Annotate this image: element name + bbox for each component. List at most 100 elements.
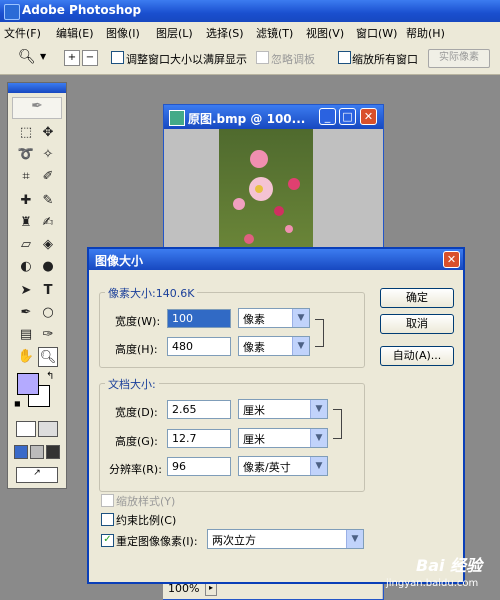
brush-tool-icon[interactable]: ✎: [38, 191, 58, 211]
actual-pixels-button[interactable]: 实际像素: [428, 49, 490, 68]
dialog-title: 图像大小: [95, 254, 144, 268]
image-window-title: 原图.bmp @ 100...: [188, 112, 306, 126]
zoom-in-icon[interactable]: +: [64, 50, 80, 66]
tool-preset-dropdown-icon[interactable]: ▼: [40, 52, 46, 61]
pixel-width-unit-select[interactable]: 像素 ▼: [238, 308, 310, 328]
resize-window-checkbox[interactable]: [111, 51, 124, 64]
document-icon: [169, 110, 185, 126]
auto-button[interactable]: 自动(A)...: [380, 346, 454, 366]
resample-checkbox[interactable]: ✓: [101, 534, 114, 547]
eyedropper-icon[interactable]: ✑: [38, 325, 58, 345]
healing-brush-icon[interactable]: ✚: [16, 191, 36, 211]
doc-width-label: 宽度(D):: [115, 406, 158, 419]
ok-button[interactable]: 确定: [380, 288, 454, 308]
dodge-tool-icon[interactable]: ●: [38, 257, 58, 277]
pixel-height-unit-select[interactable]: 像素 ▼: [238, 336, 310, 356]
magic-wand-icon[interactable]: ✧: [38, 145, 58, 165]
pixel-height-unit: 像素: [243, 341, 265, 354]
slice-tool-icon[interactable]: ✐: [38, 167, 58, 187]
doc-width-input[interactable]: 2.65: [167, 400, 231, 419]
ignore-palettes-label: 忽略调板: [271, 53, 315, 66]
crop-tool-icon[interactable]: ⌗: [16, 167, 36, 187]
app-titlebar: Adobe Photoshop: [0, 0, 500, 22]
standard-mode-icon[interactable]: [16, 421, 36, 437]
swap-colors-icon[interactable]: ↰: [46, 371, 54, 382]
app-title: Adobe Photoshop: [22, 3, 142, 17]
path-select-icon[interactable]: ➤: [16, 281, 36, 301]
scale-styles-checkbox[interactable]: [101, 494, 114, 507]
default-colors-icon[interactable]: ◼: [14, 399, 21, 408]
type-tool-icon[interactable]: T: [38, 281, 58, 301]
minimize-icon[interactable]: _: [319, 108, 336, 125]
maximize-icon[interactable]: □: [339, 108, 356, 125]
menu-select[interactable]: 选择(S): [206, 25, 244, 41]
ignore-palettes-checkbox[interactable]: [256, 51, 269, 64]
history-brush-icon[interactable]: ✍: [38, 213, 58, 233]
menu-layer[interactable]: 图层(L): [156, 25, 193, 41]
toolbox-header[interactable]: [8, 83, 66, 93]
menu-help[interactable]: 帮助(H): [406, 25, 445, 41]
resolution-unit: 像素/英寸: [243, 461, 291, 474]
watermark-brand: Bai 经验: [416, 556, 483, 575]
status-menu-icon[interactable]: ▸: [205, 582, 217, 596]
pixel-height-label: 高度(H):: [115, 343, 158, 356]
pixel-dimensions-label: 像素大小:140.6K: [105, 285, 198, 301]
cancel-button[interactable]: 取消: [380, 314, 454, 334]
hand-tool-icon[interactable]: ✋: [16, 347, 36, 367]
quick-mask-icon[interactable]: [38, 421, 58, 437]
screen-mode-full-menu-icon[interactable]: [30, 445, 44, 459]
menu-view[interactable]: 视图(V): [306, 25, 344, 41]
constrain-proportions-label: 约束比例(C): [116, 514, 177, 527]
pixel-link-bracket: [315, 319, 324, 347]
move-tool-icon[interactable]: ✥: [38, 123, 58, 143]
resolution-unit-select[interactable]: 像素/英寸 ▼: [238, 456, 328, 476]
eraser-tool-icon[interactable]: ▱: [16, 235, 36, 255]
pixel-height-input[interactable]: 480: [167, 337, 231, 356]
chevron-down-icon[interactable]: ▼: [292, 309, 309, 327]
watermark: Bai 经验 jingyan.baidu.com: [382, 548, 498, 596]
pen-tool-icon[interactable]: ✒: [16, 303, 36, 323]
doc-height-label: 高度(G):: [115, 435, 158, 448]
feather-icon[interactable]: ✒: [12, 97, 62, 119]
zoom-all-checkbox[interactable]: [338, 51, 351, 64]
menu-image[interactable]: 图像(I): [106, 25, 140, 41]
screen-mode-full-icon[interactable]: [46, 445, 60, 459]
menu-window[interactable]: 窗口(W): [356, 25, 397, 41]
dialog-titlebar[interactable]: 图像大小 ✕: [89, 249, 463, 270]
doc-height-unit-select[interactable]: 厘米 ▼: [238, 428, 328, 448]
resize-window-label: 调整窗口大小以满屏显示: [126, 53, 247, 66]
zoom-out-icon[interactable]: −: [82, 50, 98, 66]
dialog-close-icon[interactable]: ✕: [443, 251, 460, 268]
zoom-tool-icon[interactable]: 🔍︎: [18, 49, 36, 65]
doc-height-input[interactable]: 12.7: [167, 429, 231, 448]
marquee-tool-icon[interactable]: ⬚: [16, 123, 36, 143]
foreground-color-swatch[interactable]: [17, 373, 39, 395]
chevron-down-icon[interactable]: ▼: [346, 530, 363, 548]
menu-file[interactable]: 文件(F): [4, 25, 41, 41]
zoom-all-label: 缩放所有窗口: [352, 53, 418, 66]
zoom-tool-icon[interactable]: 🔍︎: [38, 347, 58, 367]
chevron-down-icon[interactable]: ▼: [310, 429, 327, 447]
resample-method: 两次立方: [212, 534, 256, 547]
pixel-width-input[interactable]: 100: [167, 309, 231, 328]
constrain-proportions-checkbox[interactable]: [101, 513, 114, 526]
resample-method-select[interactable]: 两次立方 ▼: [207, 529, 364, 549]
ellipse-tool-icon[interactable]: ○: [38, 303, 58, 323]
image-window-titlebar[interactable]: 原图.bmp @ 100... _ □ ✕: [164, 105, 383, 129]
chevron-down-icon[interactable]: ▼: [292, 337, 309, 355]
photoshop-icon: [4, 4, 20, 20]
chevron-down-icon[interactable]: ▼: [310, 457, 327, 475]
menu-filter[interactable]: 滤镜(T): [256, 25, 293, 41]
notes-tool-icon[interactable]: ▤: [16, 325, 36, 345]
screen-mode-standard-icon[interactable]: [14, 445, 28, 459]
resolution-input[interactable]: 96: [167, 457, 231, 476]
chevron-down-icon[interactable]: ▼: [310, 400, 327, 418]
close-icon[interactable]: ✕: [360, 108, 377, 125]
doc-width-unit-select[interactable]: 厘米 ▼: [238, 399, 328, 419]
clone-stamp-icon[interactable]: ♜: [16, 213, 36, 233]
blur-tool-icon[interactable]: ◐: [16, 257, 36, 277]
jump-to-imageready-icon[interactable]: ↗: [16, 467, 58, 483]
lasso-tool-icon[interactable]: ➰: [16, 145, 36, 165]
paint-bucket-icon[interactable]: ◈: [38, 235, 58, 255]
menu-edit[interactable]: 编辑(E): [56, 25, 94, 41]
